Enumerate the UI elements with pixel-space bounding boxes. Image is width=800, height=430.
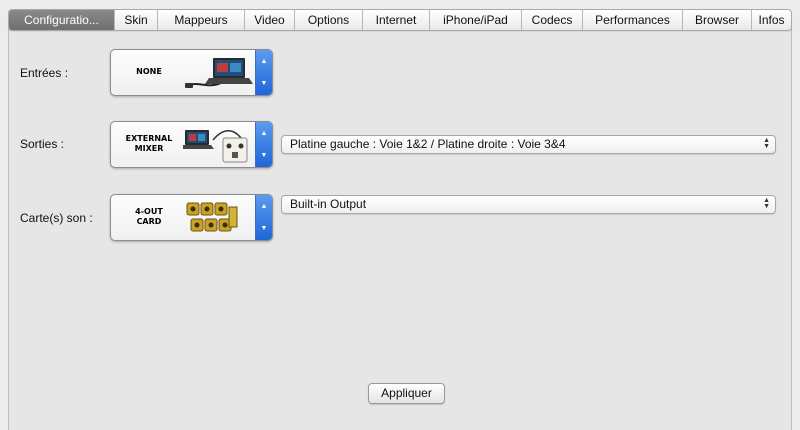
stepper-up-icon[interactable]: ▲	[261, 130, 268, 137]
soundcard-device-value: Built-in Output	[290, 197, 367, 211]
outputs-stepper[interactable]: ▲ ▼	[255, 122, 272, 167]
chevron-up-down-icon: ▲ ▼	[763, 197, 770, 210]
soundcard-device-text: 4-OUT CARD	[117, 207, 181, 227]
tab-performances[interactable]: Performances	[583, 10, 683, 30]
inputs-stepper[interactable]: ▲ ▼	[255, 50, 272, 95]
tab-configuration[interactable]: Configuratio...	[9, 10, 115, 30]
tab-browser[interactable]: Browser	[683, 10, 752, 30]
outputs-device-text-line2: MIXER	[134, 144, 164, 153]
tab-codecs[interactable]: Codecs	[522, 10, 583, 30]
tab-skin[interactable]: Skin	[115, 10, 158, 30]
outputs-device-text: EXTERNAL MIXER	[117, 134, 181, 154]
inputs-label: Entrées :	[20, 66, 69, 80]
laptop-and-mixer-icon	[181, 126, 255, 164]
soundcard-device-text-line1: 4-OUT	[135, 207, 163, 216]
tab-bar: Configuratio... Skin Mappeurs Video Opti…	[8, 9, 792, 31]
stepper-up-icon[interactable]: ▲	[261, 203, 268, 210]
tab-iphone-ipad[interactable]: iPhone/iPad	[430, 10, 522, 30]
tab-options[interactable]: Options	[295, 10, 363, 30]
inputs-device-picker[interactable]: NONE ▲ ▼	[110, 49, 273, 96]
stepper-down-icon[interactable]: ▼	[261, 152, 268, 159]
soundcard-device-text-line2: CARD	[136, 217, 162, 226]
outputs-device-picker[interactable]: EXTERNAL MIXER ▲ ▼	[110, 121, 273, 168]
soundcard-stepper[interactable]: ▲ ▼	[255, 195, 272, 240]
stepper-up-icon[interactable]: ▲	[261, 58, 268, 65]
stepper-down-icon[interactable]: ▼	[261, 80, 268, 87]
stepper-down-icon[interactable]: ▼	[261, 225, 268, 232]
apply-button[interactable]: Appliquer	[368, 383, 445, 404]
soundcard-device-picker[interactable]: 4-OUT CARD ▲ ▼	[110, 194, 273, 241]
chevron-up-down-icon: ▲ ▼	[763, 137, 770, 150]
soundcard-device-select[interactable]: Built-in Output ▲ ▼	[281, 195, 776, 214]
outputs-routing-select[interactable]: Platine gauche : Voie 1&2 / Platine droi…	[281, 135, 776, 154]
tab-video[interactable]: Video	[245, 10, 295, 30]
outputs-device-text-line1: EXTERNAL	[125, 134, 173, 143]
outputs-label: Sorties :	[20, 137, 65, 151]
outputs-routing-value: Platine gauche : Voie 1&2 / Platine droi…	[290, 137, 566, 151]
soundcard-label: Carte(s) son :	[20, 211, 93, 225]
laptop-with-cable-icon	[183, 54, 255, 92]
tab-infos[interactable]: Infos	[752, 10, 791, 30]
tab-internet[interactable]: Internet	[363, 10, 430, 30]
rca-connectors-icon	[183, 199, 255, 237]
tab-mappeurs[interactable]: Mappeurs	[158, 10, 245, 30]
inputs-device-text: NONE	[136, 67, 162, 76]
